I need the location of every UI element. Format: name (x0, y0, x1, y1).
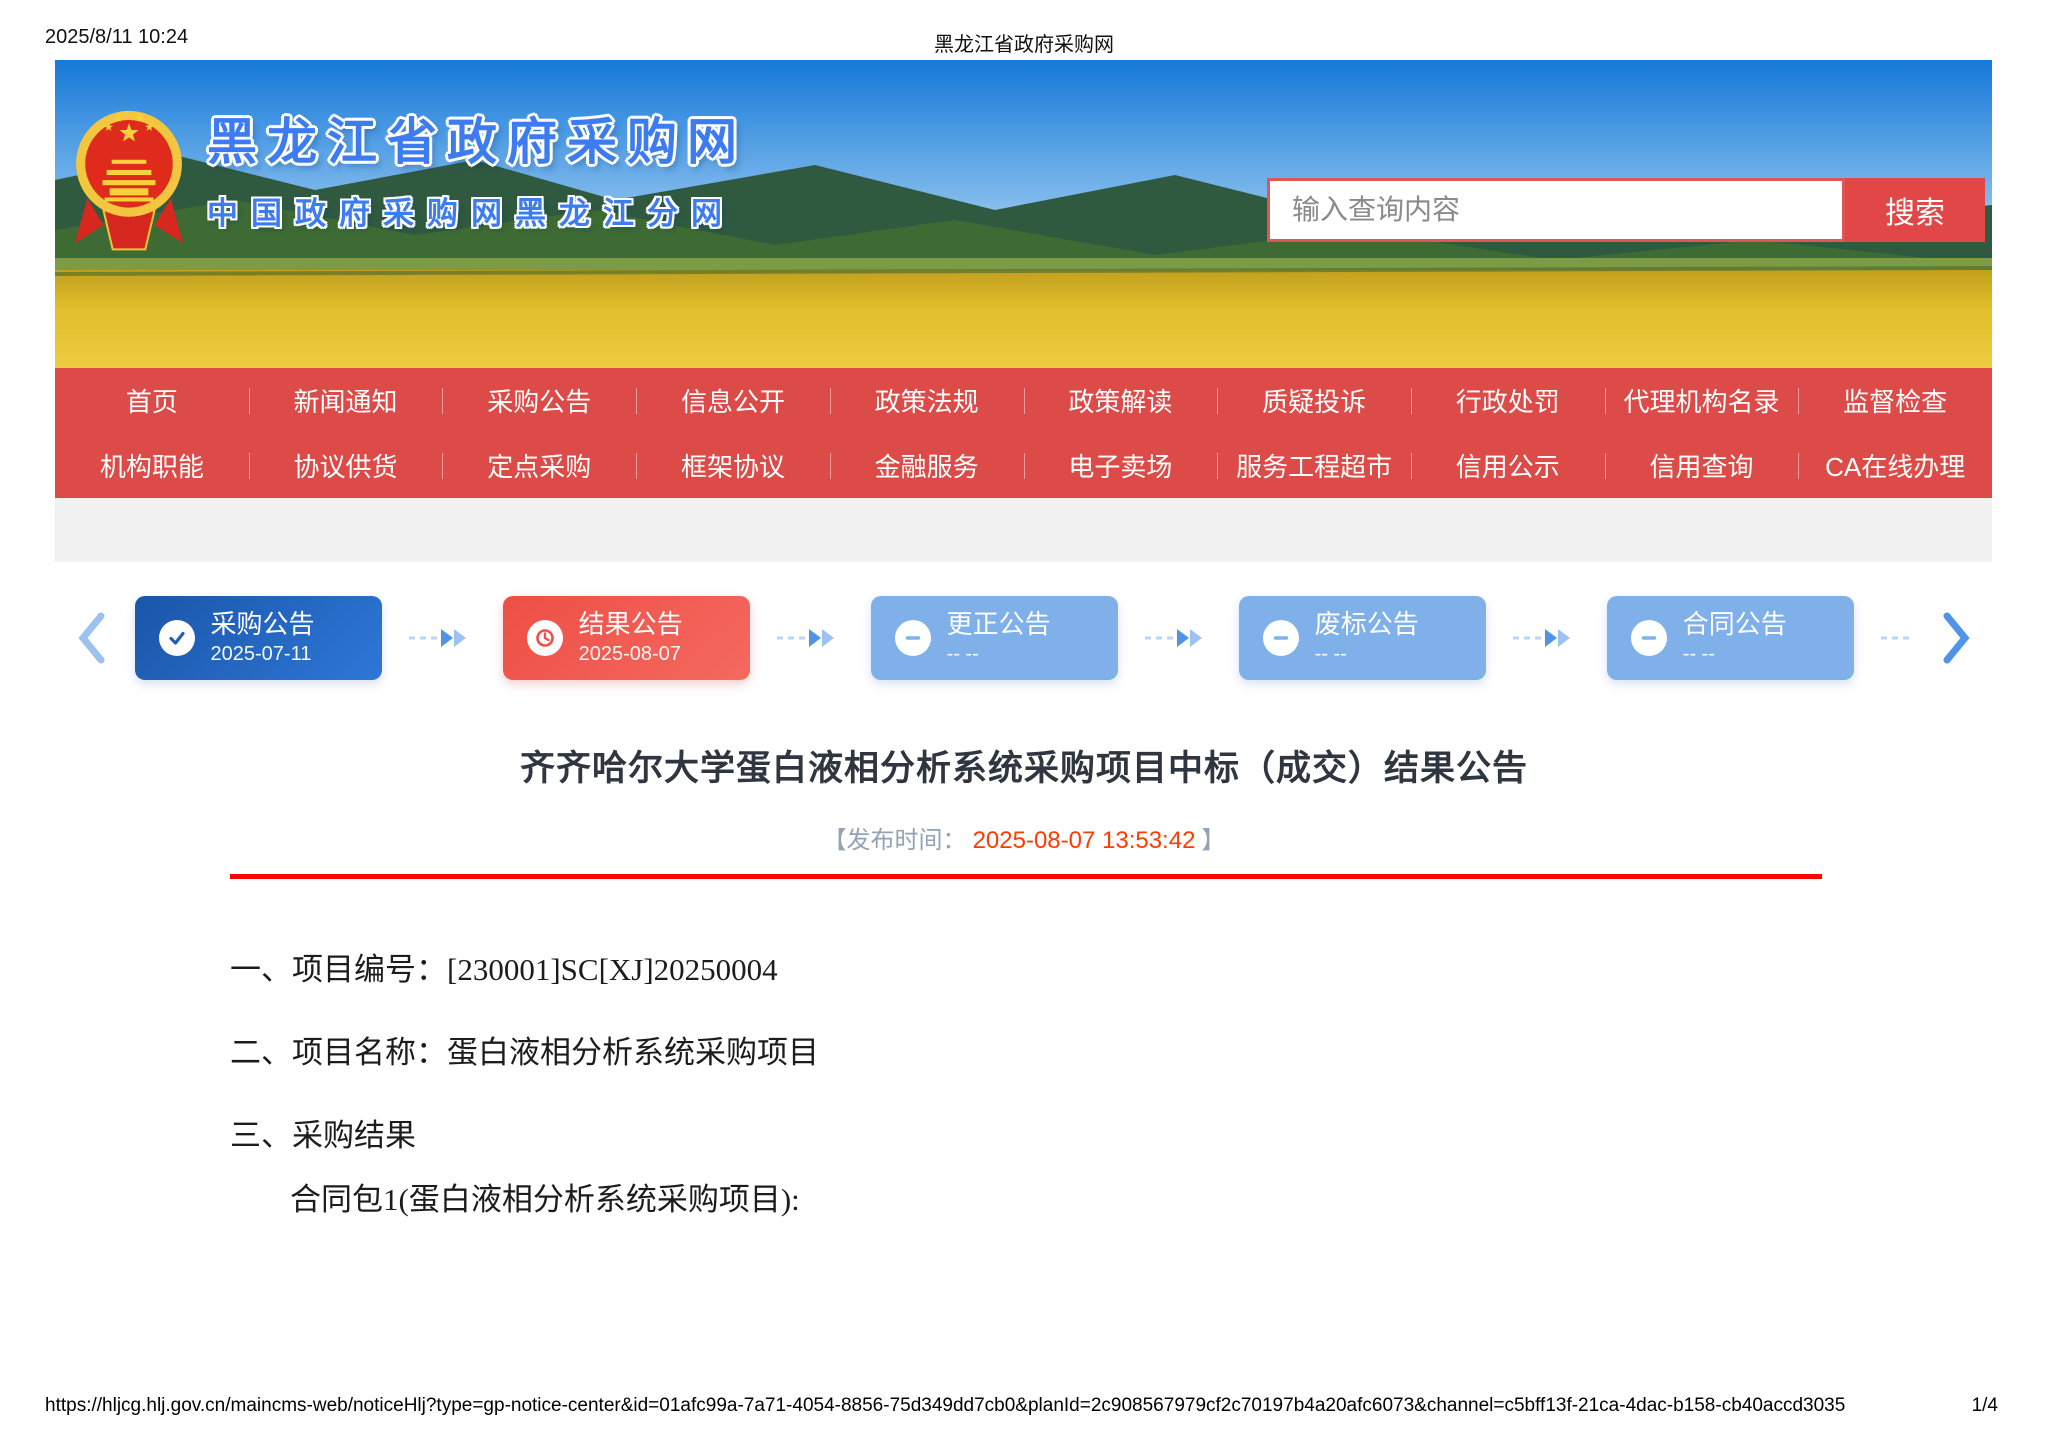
site-banner: 黑龙江省政府采购网 中国政府采购网黑龙江分网 搜索 (55, 60, 1992, 368)
nav-procurement-notice[interactable]: 采购公告 (442, 382, 636, 419)
site-title: 黑龙江省政府采购网 (207, 114, 747, 170)
carousel-prev-button[interactable] (75, 610, 109, 666)
nav-framework-agreement[interactable]: 框架协议 (636, 447, 830, 484)
site-subtitle: 中国政府采购网黑龙江分网 (207, 196, 735, 231)
step-text: 合同公告 -- -- (1683, 610, 1787, 666)
step-label: 废标公告 (1314, 609, 1419, 640)
minus-circle-icon (1262, 620, 1299, 656)
check-circle-icon (158, 620, 195, 656)
red-divider (230, 874, 1822, 879)
article-title: 齐齐哈尔大学蛋白液相分析系统采购项目中标（成交）结果公告 (519, 749, 1528, 788)
clock-icon (526, 620, 563, 656)
nav-info-disclosure[interactable]: 信息公开 (636, 382, 830, 419)
step-result-notice[interactable]: 结果公告 2025-08-07 (502, 596, 750, 680)
main-nav: 首页 新闻通知 采购公告 信息公开 政策法规 政策解读 质疑投诉 行政处罚 代理… (55, 368, 1992, 498)
step-label: 采购公告 (210, 609, 315, 640)
chevron-right-icon (1943, 612, 1970, 664)
step-date: -- -- (946, 642, 979, 665)
chevron-left-icon (78, 612, 105, 664)
publish-time-value: 2025-08-07 13:53:42 (972, 827, 1196, 854)
step-label: 结果公告 (578, 609, 683, 640)
step-date: -- -- (1314, 642, 1347, 665)
nav-credit-publicity[interactable]: 信用公示 (1411, 447, 1605, 484)
step-text: 采购公告 2025-07-11 (211, 610, 315, 666)
step-cancellation-notice[interactable]: 废标公告 -- -- (1238, 596, 1486, 680)
paragraph-project-name: 二、项目名称：蛋白液相分析系统采购项目 (230, 1035, 819, 1070)
nav-supervision[interactable]: 监督检查 (1798, 382, 1992, 419)
minus-circle-icon (894, 620, 931, 656)
step-label: 合同公告 (1682, 609, 1787, 640)
carousel-next-button[interactable] (1939, 610, 1973, 666)
print-page-title: 黑龙江省政府采购网 (934, 34, 1114, 56)
step-connector (1145, 629, 1203, 647)
paragraph-project-number: 一、项目编号：[230001]SC[XJ]20250004 (230, 952, 778, 987)
nav-complaint[interactable]: 质疑投诉 (1217, 382, 1411, 419)
print-footer-url: https://hljcg.hlj.gov.cn/maincms-web/not… (45, 1395, 1846, 1416)
step-text: 结果公告 2025-08-07 (579, 610, 683, 666)
article-body: 一、项目编号：[230001]SC[XJ]20250004 二、项目名称：蛋白液… (230, 952, 1870, 1265)
banner-titles: 黑龙江省政府采购网 中国政府采购网黑龙江分网 (207, 102, 747, 233)
nav-row-1: 首页 新闻通知 采购公告 信息公开 政策法规 政策解读 质疑投诉 行政处罚 代理… (55, 368, 1992, 433)
step-date: -- -- (1682, 642, 1715, 665)
nav-service-mart[interactable]: 服务工程超市 (1217, 447, 1411, 484)
national-emblem-icon (75, 110, 183, 251)
nav-agency-list[interactable]: 代理机构名录 (1605, 382, 1799, 419)
search-box (1267, 178, 1845, 242)
step-correction-notice[interactable]: 更正公告 -- -- (870, 596, 1118, 680)
nav-admin-penalty[interactable]: 行政处罚 (1411, 382, 1605, 419)
nav-fixed-point[interactable]: 定点采购 (442, 447, 636, 484)
nav-policy-interpretation[interactable]: 政策解读 (1024, 382, 1218, 419)
step-contract-notice[interactable]: 合同公告 -- -- (1606, 596, 1854, 680)
step-text: 废标公告 -- -- (1315, 610, 1419, 666)
search-bar: 搜索 (1267, 178, 1985, 242)
publish-label: 【发布时间： (822, 827, 967, 854)
notice-steps-carousel: 采购公告 2025-07-11 结果公告 2025-08-07 更正公告 -- … (75, 592, 1973, 684)
paragraph-procurement-result: 三、采购结果 (230, 1118, 416, 1153)
nav-e-mall[interactable]: 电子卖场 (1024, 447, 1218, 484)
step-date: 2025-07-11 (210, 642, 312, 665)
nav-org-function[interactable]: 机构职能 (55, 447, 249, 484)
step-connector (777, 629, 835, 647)
nav-agreement-supply[interactable]: 协议供货 (249, 447, 443, 484)
nav-home[interactable]: 首页 (55, 382, 249, 419)
nav-row-2: 机构职能 协议供货 定点采购 框架协议 金融服务 电子卖场 服务工程超市 信用公… (55, 433, 1992, 498)
nav-bottom-strip (55, 498, 1992, 562)
step-connector (1513, 629, 1571, 647)
search-button[interactable]: 搜索 (1845, 178, 1985, 242)
page: 2025/8/11 10:24 黑龙江省政府采购网 黑龙江省政府采购网 中国政府… (0, 0, 2048, 1447)
nav-credit-query[interactable]: 信用查询 (1605, 447, 1799, 484)
step-procurement-notice[interactable]: 采购公告 2025-07-11 (134, 596, 382, 680)
nav-news[interactable]: 新闻通知 (249, 382, 443, 419)
nav-finance-service[interactable]: 金融服务 (830, 447, 1024, 484)
publish-time-line: 【发布时间： 2025-08-07 13:53:42】 (0, 820, 2048, 855)
step-label: 更正公告 (946, 609, 1051, 640)
step-text: 更正公告 -- -- (947, 610, 1051, 666)
step-connector-end (1881, 636, 1910, 640)
nav-policy-law[interactable]: 政策法规 (830, 382, 1024, 419)
step-date: 2025-08-07 (578, 642, 681, 665)
nav-ca-online[interactable]: CA在线办理 (1798, 447, 1992, 484)
print-page-number: 1/4 (1971, 1395, 1998, 1416)
publish-label-close: 】 (1201, 827, 1226, 854)
minus-circle-icon (1630, 620, 1667, 656)
paragraph-contract-package: 合同包1(蛋白液相分析系统采购项目): (290, 1182, 800, 1217)
search-input[interactable] (1270, 181, 1842, 239)
step-connector (409, 629, 467, 647)
